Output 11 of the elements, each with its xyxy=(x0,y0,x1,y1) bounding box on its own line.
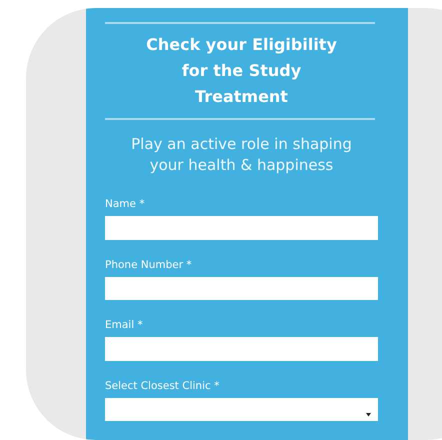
input-field[interactable] xyxy=(105,276,378,300)
input-field[interactable] xyxy=(105,337,378,361)
field-label: Name * xyxy=(105,198,145,210)
select-field[interactable] xyxy=(105,398,378,421)
form-subtitle: Play an active role in shaping your health & happiness xyxy=(130,134,353,176)
field-label: Phone Number * xyxy=(105,258,192,271)
caret-icon xyxy=(366,412,371,417)
field-label: Select Closest Clinic * xyxy=(105,380,220,392)
input-field[interactable] xyxy=(105,216,378,240)
form-title: Check your Eligibility for the Study Treatment xyxy=(145,34,338,108)
field-label: Email * xyxy=(105,319,143,332)
